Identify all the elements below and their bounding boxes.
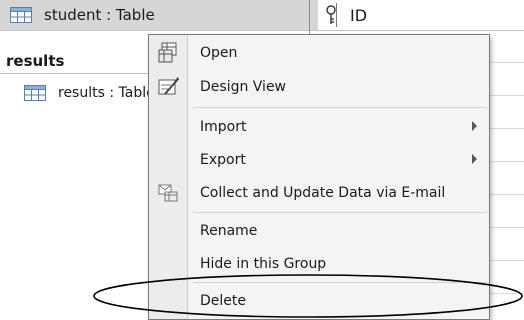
table-icon [24,85,46,101]
design-view-icon [158,77,179,95]
column-header-id[interactable]: ID [310,0,524,31]
menu-item-export[interactable]: Export [149,144,489,176]
submenu-arrow-icon [472,154,477,164]
menu-separator [193,282,487,283]
nav-item-label: results : Table [58,85,155,101]
menu-item-label: Delete [200,293,246,309]
context-menu: Open Design View Import Export Collect a… [148,34,490,320]
menu-item-label: Hide in this Group [200,256,327,272]
open-table-icon [158,42,177,63]
menu-item-label: Design View [200,79,287,95]
primary-key-icon [326,5,336,24]
column-separator [336,3,337,27]
menu-item-delete[interactable]: Delete [149,285,489,317]
table-icon [10,7,32,23]
nav-item-label: student : Table [44,6,155,24]
nav-item-student-table[interactable]: student : Table [0,0,318,31]
menu-item-hide-in-group[interactable]: Hide in this Group [149,248,489,280]
menu-item-import[interactable]: Import [149,111,489,143]
menu-separator [193,107,487,108]
menu-item-label: Collect and Update Data via E-mail [200,185,446,201]
collect-data-icon [158,184,178,202]
menu-item-label: Open [200,45,238,61]
menu-separator [193,212,487,213]
menu-item-label: Export [200,152,246,168]
menu-item-label: Rename [200,223,258,239]
nav-item-results-table[interactable]: results : Table [0,78,160,108]
nav-group-header-results[interactable]: results [0,48,160,74]
menu-item-label: Import [200,119,247,135]
menu-item-rename[interactable]: Rename [149,215,489,247]
menu-item-design-view[interactable]: Design View [149,71,489,103]
menu-item-collect-data[interactable]: Collect and Update Data via E-mail [149,177,489,209]
column-header-label: ID [350,5,368,25]
submenu-arrow-icon [472,121,477,131]
menu-item-open[interactable]: Open [149,37,489,69]
